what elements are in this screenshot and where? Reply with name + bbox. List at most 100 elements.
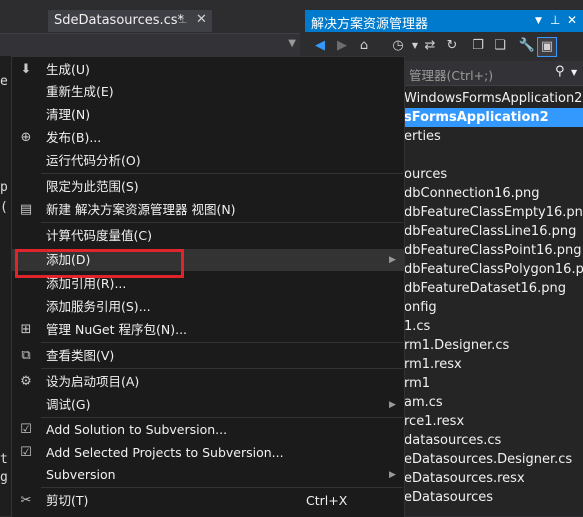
gear-icon: ⚙ bbox=[20, 374, 32, 389]
menu-item-label: 计算代码度量值(C) bbox=[46, 228, 152, 243]
wrench-icon[interactable]: 🔧 bbox=[518, 37, 536, 55]
history-icon[interactable]: ◷ bbox=[389, 37, 407, 55]
search-icon[interactable]: ⚲ bbox=[555, 64, 565, 79]
tree-item[interactable]: rce1.resx bbox=[404, 412, 464, 431]
class-diagram-icon: ⧉ bbox=[21, 348, 31, 363]
forward-icon[interactable]: ▶ bbox=[333, 37, 351, 55]
menu-separator bbox=[41, 342, 403, 343]
tree-item[interactable]: WindowsFormsApplication2" (1 bbox=[404, 89, 583, 108]
menu-item-manage-nuget[interactable]: ⊞ 管理 NuGet 程序包(N)... bbox=[12, 319, 404, 341]
menu-separator bbox=[41, 173, 403, 174]
scissors-icon: ✂ bbox=[20, 493, 32, 508]
search-placeholder: 管理器(Ctrl+;) bbox=[409, 68, 494, 83]
editor-navigation-bar[interactable]: ▼ bbox=[0, 33, 300, 56]
window-menu-icon[interactable]: ▼ bbox=[535, 16, 542, 26]
refresh-icon[interactable]: ↻ bbox=[443, 37, 461, 55]
menu-item-code-metrics[interactable]: 计算代码度量值(C) bbox=[12, 225, 404, 247]
tree-item[interactable]: onfig bbox=[404, 298, 437, 317]
menu-item-label: 添加服务引用(S)... bbox=[46, 299, 151, 314]
new-view-icon: ▤ bbox=[19, 202, 33, 217]
close-icon[interactable]: ✕ bbox=[196, 12, 207, 27]
tree-item[interactable]: erties bbox=[404, 127, 441, 146]
menu-item-publish[interactable]: ⊕ 发布(B)... bbox=[12, 127, 404, 149]
menu-item-rebuild[interactable]: 重新生成(E) bbox=[12, 81, 404, 103]
menu-item-code-analysis[interactable]: 运行代码分析(O) bbox=[12, 150, 404, 172]
menu-item-label: 查看类图(V) bbox=[46, 348, 115, 363]
menu-item-label: Add Solution to Subversion... bbox=[46, 422, 228, 437]
tree-item-label: sFormsApplication2 bbox=[404, 110, 549, 125]
chevron-down-icon[interactable]: ▼ bbox=[288, 38, 296, 49]
build-icon: ⬇ bbox=[20, 62, 32, 77]
chevron-down-icon[interactable]: ▼ bbox=[571, 68, 577, 77]
menu-item-add-reference[interactable]: 添加引用(R)... bbox=[12, 273, 404, 295]
svn-add-icon: ☑ bbox=[20, 445, 32, 460]
menu-separator bbox=[41, 222, 403, 223]
tree-item[interactable]: rm1.resx bbox=[404, 355, 462, 374]
tree-item[interactable]: dbFeatureClassLine16.png bbox=[404, 222, 576, 241]
menu-separator bbox=[41, 487, 403, 488]
preview-icon[interactable]: ▣ bbox=[537, 37, 557, 57]
close-icon[interactable]: ✕ bbox=[567, 13, 577, 27]
pin-icon[interactable]: ⊥ bbox=[550, 13, 560, 27]
menu-separator bbox=[41, 368, 403, 369]
menu-item-label: Subversion bbox=[46, 467, 116, 482]
tree-item[interactable]: datasources.cs bbox=[404, 431, 501, 450]
code-fragment: g bbox=[0, 470, 8, 485]
menu-separator bbox=[41, 417, 403, 418]
publish-icon: ⊕ bbox=[20, 130, 32, 145]
tree-item[interactable]: rm1 bbox=[404, 374, 430, 393]
menu-item-clean[interactable]: 清理(N) bbox=[12, 104, 404, 126]
submenu-arrow-icon: ▶ bbox=[389, 470, 396, 480]
menu-item-shortcut: Ctrl+X bbox=[306, 493, 348, 508]
svn-add-icon: ☑ bbox=[20, 422, 32, 437]
tree-item[interactable]: dbFeatureDataset16.png bbox=[404, 279, 566, 298]
tree-item[interactable]: dbConnection16.png bbox=[404, 184, 539, 203]
tree-item[interactable]: ources bbox=[404, 165, 447, 184]
tree-item[interactable]: 1.cs bbox=[404, 317, 430, 336]
tree-item[interactable]: dbFeatureClassEmpty16.png bbox=[404, 203, 583, 222]
menu-item-add-projects-svn[interactable]: ☑ Add Selected Projects to Subversion... bbox=[12, 442, 404, 464]
home-icon[interactable]: ⌂ bbox=[355, 37, 373, 55]
tree-item[interactable]: eDatasources bbox=[404, 488, 493, 507]
tree-item[interactable]: dbFeatureClassPolygon16.png bbox=[404, 260, 583, 279]
tree-item[interactable]: am.cs bbox=[404, 393, 443, 412]
collapse-all-icon[interactable]: ❐ bbox=[469, 37, 487, 55]
tree-item[interactable]: rm1.Designer.cs bbox=[404, 336, 509, 355]
sync-icon[interactable]: ⇄ bbox=[421, 37, 439, 55]
document-tab-title: SdeDatasources.cs* bbox=[54, 13, 185, 28]
menu-item-new-view[interactable]: ▤ 新建 解决方案资源管理器 视图(N) bbox=[12, 199, 404, 221]
menu-item-label: 重新生成(E) bbox=[46, 84, 114, 99]
menu-item-label: 新建 解决方案资源管理器 视图(N) bbox=[46, 202, 236, 217]
menu-item-label: Add Selected Projects to Subversion... bbox=[46, 445, 284, 460]
pin-icon[interactable]: ⊥ bbox=[178, 13, 188, 26]
menu-item-set-startup[interactable]: ⚙ 设为启动项目(A) bbox=[12, 371, 404, 393]
menu-item-scope[interactable]: 限定为此范围(S) bbox=[12, 176, 404, 198]
nuget-icon: ⊞ bbox=[20, 322, 32, 337]
menu-item-label: 生成(U) bbox=[46, 62, 90, 77]
menu-item-debug[interactable]: 调试(G) ▶ bbox=[12, 394, 404, 416]
menu-item-cut[interactable]: ✂ 剪切(T) Ctrl+X bbox=[12, 490, 404, 512]
document-tab-strip: SdeDatasources.cs* ⊥ ✕ bbox=[0, 0, 305, 33]
submenu-arrow-icon: ▶ bbox=[389, 400, 396, 410]
solution-explorer-title-bar: 解决方案资源管理器 ▼ ⊥ ✕ bbox=[305, 10, 583, 32]
menu-item-label: 调试(G) bbox=[46, 397, 91, 412]
tree-item[interactable]: eDatasources.Designer.cs bbox=[404, 450, 572, 469]
menu-item-build[interactable]: ⬇ 生成(U) bbox=[12, 59, 404, 81]
menu-item-class-diagram[interactable]: ⧉ 查看类图(V) bbox=[12, 345, 404, 367]
menu-item-label: 剪切(T) bbox=[46, 493, 89, 508]
menu-item-label: 运行代码分析(O) bbox=[46, 153, 141, 168]
menu-item-add-solution-svn[interactable]: ☑ Add Solution to Subversion... bbox=[12, 419, 404, 441]
tree-item[interactable]: dbFeatureClassPoint16.png bbox=[404, 241, 582, 260]
document-tab[interactable]: SdeDatasources.cs* ⊥ ✕ bbox=[48, 10, 212, 32]
menu-item-label: 设为启动项目(A) bbox=[46, 374, 140, 389]
back-icon[interactable]: ◀ bbox=[311, 37, 329, 55]
code-fragment: e bbox=[0, 74, 8, 89]
menu-item-add-service-reference[interactable]: 添加服务引用(S)... bbox=[12, 296, 404, 318]
project-context-menu: ⬇ 生成(U) 重新生成(E) 清理(N) ⊕ 发布(B)... 运行代码分析(… bbox=[11, 56, 405, 517]
menu-item-label: 管理 NuGet 程序包(N)... bbox=[46, 322, 188, 337]
menu-item-subversion[interactable]: Subversion ▶ bbox=[12, 464, 404, 486]
code-fragment: t bbox=[0, 452, 8, 467]
show-all-files-icon[interactable]: ❏ bbox=[491, 37, 509, 55]
tree-item[interactable]: eDatasources.resx bbox=[404, 469, 525, 488]
menu-item-label: 添加引用(R)... bbox=[46, 276, 127, 291]
